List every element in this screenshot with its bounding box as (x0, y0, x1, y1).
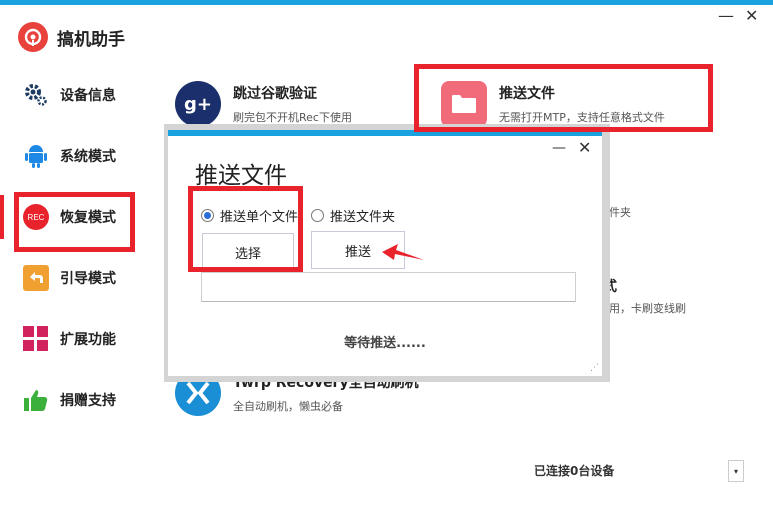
sidebar-item-system-mode[interactable]: 系统模式 (22, 136, 142, 176)
partial-card-desc: 使用，卡刷变线刷 (598, 302, 686, 315)
android-icon (22, 142, 50, 170)
rec-icon: REC (22, 203, 50, 231)
gear-icon (22, 81, 50, 109)
dialog-close-button[interactable]: ✕ (578, 138, 591, 157)
resize-grip-icon[interactable]: ⋰ (590, 363, 599, 373)
active-indicator (0, 195, 4, 239)
card-title: 跳过谷歌验证 (233, 86, 317, 102)
radio-circle (201, 209, 214, 222)
app-title: 搞机助手 (57, 29, 125, 50)
radio-label: 推送文件夹 (330, 210, 396, 225)
radio-push-single-file[interactable]: 推送单个文件 (201, 206, 298, 225)
sidebar-item-extensions[interactable]: 扩展功能 (22, 319, 142, 359)
top-accent-bar (0, 0, 773, 5)
google-plus-icon-text: g+ (184, 93, 212, 115)
sidebar-item-donate[interactable]: 捐赠支持 (22, 380, 142, 420)
sidebar-item-label: 捐赠支持 (60, 393, 116, 409)
device-dropdown[interactable]: ▾ (728, 460, 744, 482)
card-desc: 刷完包不开机Rec下使用 (233, 111, 352, 124)
card-desc: 全自动刷机，懒虫必备 (233, 400, 343, 413)
window-close-button[interactable]: ✕ (745, 8, 758, 24)
sidebar-item-bootloader-mode[interactable]: 引导模式 (22, 258, 142, 298)
google-plus-icon: g+ (175, 81, 221, 127)
radio-dot (204, 212, 211, 219)
connection-status: 已连接0台设备 (534, 464, 615, 478)
sidebar-item-label: 恢复模式 (60, 210, 116, 226)
card-desc: 无需打开MTP，支持任意格式文件 (499, 111, 665, 124)
card-push-file[interactable]: 推送文件 无需打开MTP，支持任意格式文件 (441, 81, 665, 127)
sidebar-item-label: 设备信息 (60, 88, 116, 104)
window-minimize-button[interactable]: — (718, 8, 734, 24)
folder-icon (441, 81, 487, 127)
radio-circle (311, 209, 324, 222)
sidebar-item-label: 引导模式 (60, 271, 116, 287)
radio-push-folder[interactable]: 推送文件夹 (311, 206, 395, 225)
sidebar-item-label: 扩展功能 (60, 332, 116, 348)
app-logo: 搞机助手 (18, 22, 125, 52)
rec-icon-text: REC (23, 204, 49, 230)
back-arrow-icon (22, 264, 50, 292)
dialog-title: 推送文件 (195, 163, 287, 189)
card-title: 推送文件 (499, 86, 555, 102)
grid-icon (22, 325, 50, 353)
dialog-minimize-button[interactable]: — (552, 140, 566, 156)
sidebar-item-device-info[interactable]: 设备信息 (22, 75, 142, 115)
sidebar-item-label: 系统模式 (60, 149, 116, 165)
card-skip-google-verify[interactable]: g+ 跳过谷歌验证 刷完包不开机Rec下使用 (175, 81, 352, 127)
radio-label: 推送单个文件 (220, 210, 299, 225)
annotation-arrow-icon (382, 244, 424, 260)
file-path-field[interactable] (201, 272, 576, 302)
push-status-text: 等待推送...... (344, 336, 426, 351)
select-file-button[interactable]: 选择 (202, 233, 294, 271)
logo-icon (18, 22, 48, 52)
thumbs-up-icon (22, 386, 50, 414)
sidebar-item-recovery-mode[interactable]: REC 恢复模式 (22, 197, 142, 237)
